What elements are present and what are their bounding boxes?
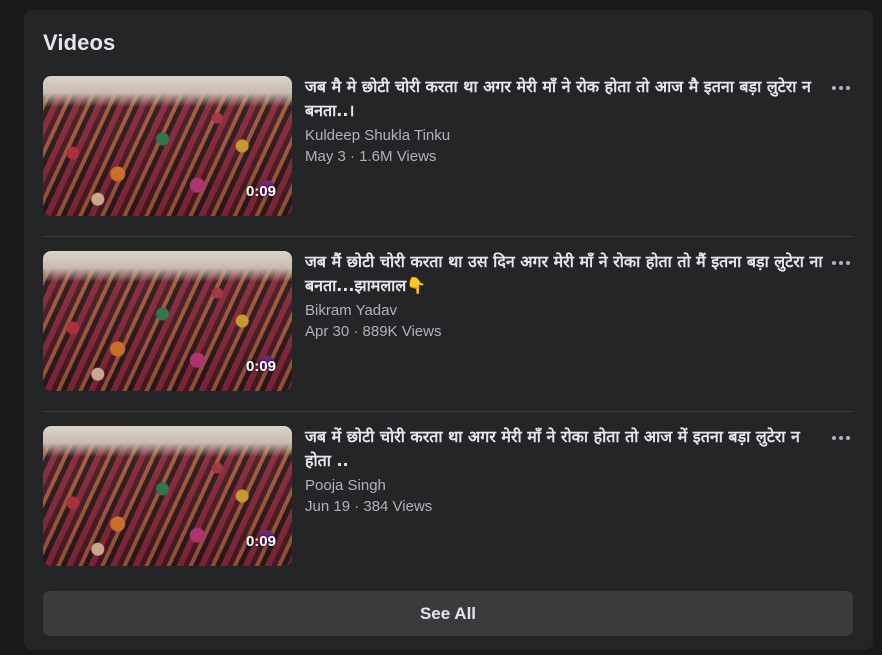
divider: [43, 236, 853, 237]
video-duration: 0:09: [245, 358, 276, 375]
section-title: Videos: [43, 30, 116, 55]
video-duration: 0:09: [245, 183, 276, 200]
more-horizontal-icon-graphic: [832, 436, 850, 440]
more-horizontal-icon[interactable]: [829, 76, 853, 100]
video-title[interactable]: जब में छोटी चोरी करता था अगर मेरी माँ ने…: [305, 425, 825, 473]
video-thumbnail[interactable]: 0:09: [43, 251, 292, 391]
video-item: 0:09 जब में छोटी चोरी करता था अगर मेरी म…: [43, 426, 853, 568]
video-item: 0:09 जब मै मे छोटी चोरी करता था अगर मेरी…: [43, 76, 853, 218]
more-horizontal-icon-graphic: [832, 261, 850, 265]
video-author[interactable]: Kuldeep Shukla Tinku: [305, 125, 825, 146]
video-title[interactable]: जब मैं छोटी चोरी करता था उस दिन अगर मेरी…: [305, 250, 825, 298]
video-meta: Apr 30 · 889K Views: [305, 323, 442, 340]
video-info: जब में छोटी चोरी करता था अगर मेरी माँ ने…: [305, 426, 825, 517]
divider: [43, 411, 853, 412]
video-thumbnail[interactable]: 0:09: [43, 76, 292, 216]
video-meta: Jun 19 · 384 Views: [305, 498, 433, 515]
video-item: 0:09 जब मैं छोटी चोरी करता था उस दिन अगर…: [43, 251, 853, 393]
video-info: जब मैं छोटी चोरी करता था उस दिन अगर मेरी…: [305, 251, 825, 342]
video-thumbnail[interactable]: 0:09: [43, 426, 292, 566]
more-horizontal-icon[interactable]: [829, 251, 853, 275]
more-horizontal-icon[interactable]: [829, 426, 853, 450]
see-all-button[interactable]: See All: [43, 591, 853, 636]
video-meta: May 3 · 1.6M Views: [305, 148, 437, 165]
videos-card: Videos 0:09 जब मै मे छोटी चोरी करता था अ…: [24, 10, 873, 650]
video-title[interactable]: जब मै मे छोटी चोरी करता था अगर मेरी माँ …: [305, 75, 825, 123]
more-horizontal-icon-graphic: [832, 86, 850, 90]
video-info: जब मै मे छोटी चोरी करता था अगर मेरी माँ …: [305, 76, 825, 167]
video-duration: 0:09: [245, 533, 276, 550]
video-author[interactable]: Pooja Singh: [305, 475, 825, 496]
video-author[interactable]: Bikram Yadav: [305, 300, 825, 321]
